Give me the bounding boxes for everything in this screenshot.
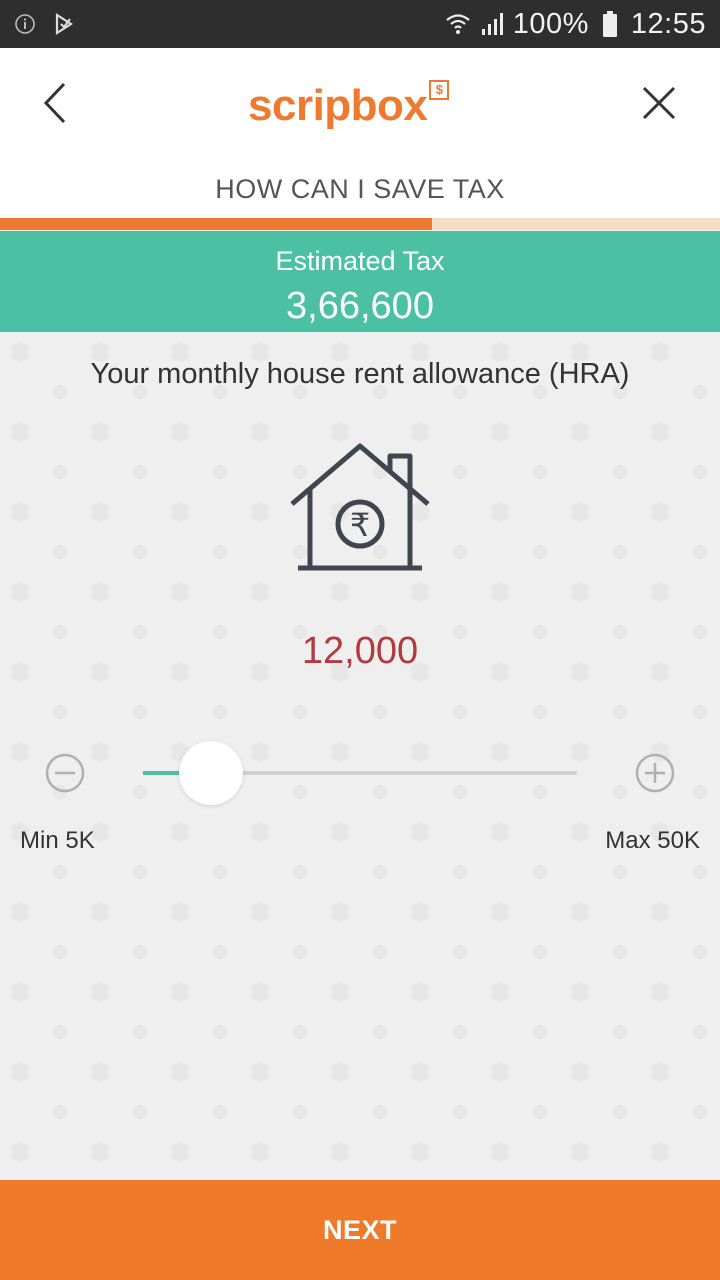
logo-text: scripbox [248,81,428,130]
estimated-tax-label: Estimated Tax [275,246,445,276]
hra-amount: 12,000 [301,630,419,672]
clock: 12:55 [630,7,706,40]
slider-thumb[interactable] [178,741,243,805]
progress-bar [0,218,720,230]
plus-circle-icon [635,753,675,793]
chevron-left-icon [43,82,66,124]
next-button[interactable]: NEXT [0,1180,720,1280]
status-bar: 100% 12:55 [0,0,720,48]
scripbox-logo: scripbox $ [248,76,450,136]
increase-button[interactable] [634,752,676,794]
decrease-button[interactable] [44,752,86,794]
question-text: Your monthly house rent allowance (HRA) [90,358,630,390]
estimated-tax-banner: Estimated Tax 3,66,600 [0,231,720,332]
progress-fill [0,218,432,230]
estimated-tax-value: 3,66,600 [286,285,434,327]
house-rupee-icon: ₹ [290,443,430,571]
question-card: Your monthly house rent allowance (HRA) … [0,332,720,1180]
back-button[interactable] [30,78,80,128]
info-icon [12,11,38,37]
svg-text:₹: ₹ [350,506,370,544]
battery-icon [597,11,623,37]
wifi-icon [445,11,471,37]
slider-max-label: Max 50K [605,827,700,854]
logo-badge: $ [429,80,450,100]
app-notification-icon [52,11,78,37]
slider-min-label: Min 5K [20,827,95,854]
status-right: 100% 12:55 [445,8,706,41]
page-title: HOW CAN I SAVE TAX [215,174,505,204]
minus-circle-icon [45,753,85,793]
signal-icon [479,11,505,37]
app-header: scripbox $ HOW CAN I SAVE TAX [0,48,720,218]
battery-percent: 100% [512,7,589,40]
close-icon [642,86,676,120]
status-left [12,11,78,37]
close-button[interactable] [634,78,684,128]
